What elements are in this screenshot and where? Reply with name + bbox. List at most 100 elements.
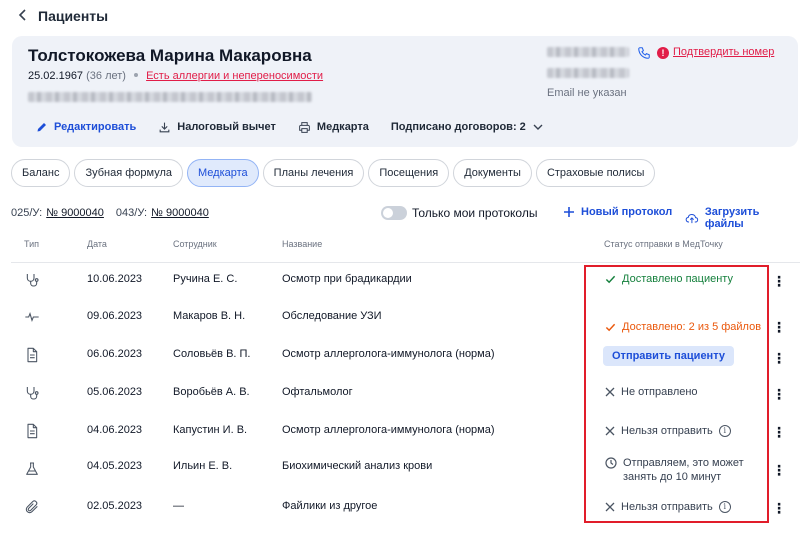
row-menu-icon[interactable]: ⋮ [772, 463, 786, 477]
table-row[interactable]: 02.05.2023 — Файлики из другое Нельзя от… [0, 491, 800, 529]
clock-icon [605, 457, 617, 469]
edit-button[interactable]: Редактировать [36, 121, 136, 133]
status-partially-delivered: Доставлено: 2 из 5 файлов [605, 321, 761, 333]
new-protocol-button[interactable]: Новый протокол [563, 206, 672, 218]
tab-6[interactable]: Страховые полисы [535, 159, 656, 187]
plus-icon [564, 207, 574, 217]
row-menu-icon[interactable]: ⋮ [772, 425, 786, 439]
tab-0[interactable]: Баланс [11, 159, 71, 187]
tab-2[interactable]: Медкарта [187, 159, 259, 187]
status-sending: Отправляем, это может занять до 10 минут [605, 456, 744, 484]
row-date: 04.06.2023 [87, 424, 143, 436]
patient-name: Толстокожева Марина Макаровна [28, 46, 312, 65]
row-menu-icon[interactable]: ⋮ [772, 351, 786, 365]
form-043-link[interactable]: № 9000040 [151, 207, 209, 219]
status-text: Отправляем, это может занять до 10 минут [623, 456, 744, 484]
pencil-icon [37, 123, 46, 132]
stethoscope-icon [24, 272, 40, 288]
column-header-employee: Сотрудник [173, 239, 217, 249]
row-name: Офтальмолог [282, 386, 353, 398]
patient-age: (36 лет) [86, 70, 126, 82]
row-name: Осмотр при брадикардии [282, 273, 412, 285]
row-employee: — [173, 500, 184, 512]
status-delivered: Доставлено пациенту [605, 273, 733, 285]
row-menu-icon[interactable]: ⋮ [772, 320, 786, 334]
tab-3[interactable]: Планы лечения [262, 159, 365, 187]
form-025-label: 025/У: [11, 207, 43, 219]
tax-deduction-label: Налоговый вычет [177, 121, 276, 133]
document-icon [24, 347, 40, 363]
tax-deduction-button[interactable]: Налоговый вычет [158, 121, 276, 134]
patient-card: Толстокожева Марина Макаровна 25.02.1967… [12, 36, 798, 147]
contracts-dropdown[interactable]: Подписано договоров: 2 [391, 121, 543, 133]
cloud-upload-icon [685, 213, 699, 223]
table-row[interactable]: 04.06.2023 Капустин И. В. Осмотр аллерго… [0, 415, 800, 453]
confirm-phone-link[interactable]: Подтвердить номер [673, 46, 774, 58]
status-text: Нельзя отправить [621, 425, 713, 437]
row-menu-icon[interactable]: ⋮ [772, 501, 786, 515]
table-row[interactable]: 10.06.2023 Ручина Е. С. Осмотр при бради… [0, 264, 800, 302]
printer-icon [299, 121, 310, 133]
row-date: 05.06.2023 [87, 386, 143, 398]
row-name: Файлики из другое [282, 500, 378, 512]
stethoscope-icon [24, 385, 40, 401]
paperclip-icon [24, 499, 40, 515]
table-row[interactable]: 06.06.2023 Соловьёв В. П. Осмотр аллерго… [0, 339, 800, 377]
row-employee: Макаров В. Н. [173, 310, 246, 322]
toggle-knob [383, 208, 393, 218]
patient-dob: 25.02.1967 [28, 70, 84, 82]
table-row[interactable]: 04.05.2023 Ильин Е. В. Биохимический ана… [0, 453, 800, 491]
form-043-label: 043/У: [115, 207, 148, 219]
patient-actions: Редактировать Налоговый вычет Медкарта П… [36, 120, 565, 134]
row-name: Биохимический анализ крови [282, 460, 433, 472]
status-text: Доставлено пациенту [622, 273, 733, 285]
allergy-link[interactable]: Есть аллергии и непереносимости [146, 70, 323, 82]
column-header-name: Название [282, 239, 323, 249]
form-ids: 025/У: № 9000040 043/У: № 9000040 [11, 207, 221, 219]
row-date: 02.05.2023 [87, 500, 143, 512]
blurred-phone-2 [547, 68, 629, 78]
flask-icon [24, 461, 40, 477]
blurred-address [28, 92, 312, 102]
row-name: Обследование УЗИ [282, 310, 382, 322]
phone-icon[interactable] [637, 46, 651, 60]
email-text: Email не указан [547, 87, 627, 99]
row-date: 09.06.2023 [87, 310, 143, 322]
row-employee: Ильин Е. В. [173, 460, 233, 472]
row-date: 10.06.2023 [87, 273, 143, 285]
status-cannot-send: Нельзя отправить i [605, 425, 731, 437]
check-icon [605, 275, 616, 284]
table-row[interactable]: 09.06.2023 Макаров В. Н. Обследование УЗ… [0, 301, 800, 339]
table-header-divider [11, 262, 800, 263]
upload-files-button[interactable]: Загрузить файлы [685, 206, 800, 230]
tab-1[interactable]: Зубная формула [74, 159, 183, 187]
medcard-label: Медкарта [316, 121, 369, 133]
document-icon [24, 423, 40, 439]
upload-files-label: Загрузить файлы [704, 206, 760, 230]
info-icon[interactable]: i [718, 501, 731, 513]
check-icon [605, 323, 616, 332]
info-icon[interactable]: i [718, 425, 731, 437]
chevron-left-icon[interactable] [18, 7, 34, 25]
table-row[interactable]: 05.06.2023 Воробьёв А. В. Офтальмолог Не… [0, 377, 800, 415]
status-text-line-1: Отправляем, это может [623, 457, 744, 469]
my-protocols-toggle[interactable] [381, 206, 407, 220]
tab-4[interactable]: Посещения [368, 159, 450, 187]
patient-dob-line: 25.02.1967 (36 лет) Есть аллергии и непе… [28, 70, 323, 82]
column-header-date: Дата [87, 239, 107, 249]
tab-5[interactable]: Документы [453, 159, 532, 187]
form-025-link[interactable]: № 9000040 [46, 207, 104, 219]
row-menu-icon[interactable]: ⋮ [772, 387, 786, 401]
my-protocols-label: Только мои протоколы [412, 206, 538, 220]
tabs-bar: Баланс Зубная формула Медкарта Планы лечени… [11, 159, 659, 187]
status-text: Нельзя отправить [621, 501, 713, 513]
row-employee: Капустин И. В. [173, 424, 248, 436]
status-text: Не отправлено [621, 386, 698, 398]
medcard-print-button[interactable]: Медкарта [298, 121, 369, 134]
cross-icon [605, 387, 615, 397]
row-menu-icon[interactable]: ⋮ [772, 274, 786, 288]
top-bar: Пациенты [0, 0, 800, 34]
send-to-patient-button[interactable]: Отправить пациенту [603, 346, 734, 366]
edit-label: Редактировать [54, 121, 137, 133]
cross-icon [605, 426, 615, 436]
